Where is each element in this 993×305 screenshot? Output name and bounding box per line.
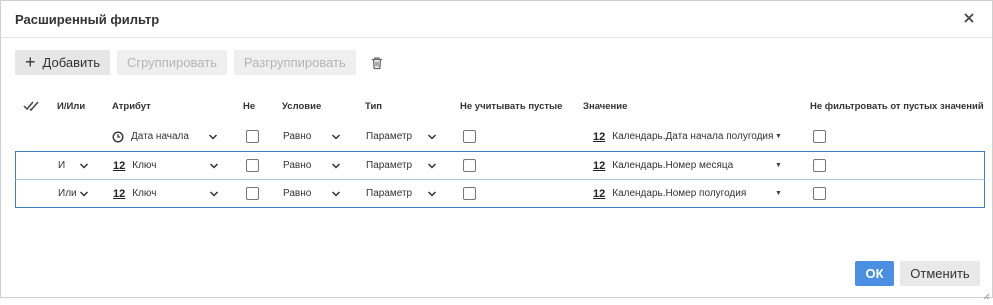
andor-value: Или: [58, 188, 77, 199]
add-button[interactable]: + Добавить: [15, 50, 110, 75]
chevron-down-icon[interactable]: [427, 152, 437, 179]
dialog-title: Расширенный фильтр: [15, 12, 160, 27]
trash-icon[interactable]: [367, 50, 387, 75]
attribute-select[interactable]: 12 Ключ: [113, 180, 156, 207]
condition-select[interactable]: Равно: [283, 152, 311, 179]
ungroup-button-label: Разгруппировать: [243, 55, 346, 70]
type-select[interactable]: Параметр: [366, 180, 412, 207]
attribute-select[interactable]: 12 Ключ: [113, 152, 156, 179]
no-filter-empty-checkbox[interactable]: [813, 180, 826, 207]
value-text: Календарь.Дата начала полугодия: [612, 131, 774, 142]
ungroup-button[interactable]: Разгруппировать: [233, 50, 356, 75]
condition-select[interactable]: Равно: [283, 122, 311, 151]
header-ignore-empty: Не учитывать пустые: [460, 101, 563, 112]
number-icon: 12: [113, 159, 126, 172]
type-select[interactable]: Параметр: [366, 152, 412, 179]
resize-handle-icon[interactable]: [982, 287, 990, 300]
condition-value: Равно: [283, 188, 312, 199]
select-all-icon[interactable]: [23, 99, 41, 117]
type-select[interactable]: Параметр: [366, 122, 412, 151]
number-icon: 12: [593, 130, 606, 143]
chevron-down-icon[interactable]: [331, 122, 341, 151]
andor-value: И: [58, 160, 66, 171]
type-value: Параметр: [366, 131, 413, 142]
no-filter-empty-checkbox[interactable]: [813, 152, 826, 179]
header-value: Значение: [583, 101, 628, 112]
filter-row[interactable]: Дата начала Равно Параметр 12 Календарь.…: [15, 122, 985, 151]
close-icon[interactable]: [962, 11, 976, 25]
attribute-select[interactable]: Дата начала: [112, 122, 222, 151]
ignore-empty-checkbox[interactable]: [463, 180, 476, 207]
not-checkbox[interactable]: [246, 122, 259, 151]
advanced-filter-dialog: Расширенный фильтр + Добавить Сгруппиров…: [0, 0, 993, 300]
condition-select[interactable]: Равно: [283, 180, 311, 207]
not-checkbox[interactable]: [246, 152, 259, 179]
chevron-down-icon[interactable]: [208, 122, 218, 151]
chevron-down-icon[interactable]: [331, 180, 341, 207]
value-select[interactable]: 12 Календарь.Номер полугодия: [593, 180, 746, 207]
chevron-down-icon[interactable]: [209, 180, 219, 207]
number-icon: 12: [113, 187, 126, 200]
chevron-down-icon[interactable]: [79, 180, 89, 207]
chevron-down-icon[interactable]: [427, 180, 437, 207]
attribute-value: Дата начала: [131, 131, 189, 142]
header-type: Тип: [365, 101, 383, 112]
dropdown-triangle-icon[interactable]: ▼: [775, 180, 782, 207]
andor-select[interactable]: Или: [58, 180, 77, 207]
type-value: Параметр: [366, 160, 413, 171]
condition-value: Равно: [283, 131, 312, 142]
value-text: Календарь.Номер полугодия: [612, 188, 747, 199]
type-value: Параметр: [366, 188, 413, 199]
group-button-label: Сгруппировать: [126, 55, 217, 70]
value-text: Календарь.Номер месяца: [612, 160, 734, 171]
attribute-value: Ключ: [132, 188, 157, 199]
number-icon: 12: [593, 187, 606, 200]
group-button[interactable]: Сгруппировать: [116, 50, 227, 75]
header-no-filter-empty: Не фильтровать от пустых значений: [810, 101, 984, 112]
add-button-label: Добавить: [42, 55, 100, 70]
no-filter-empty-checkbox[interactable]: [813, 122, 826, 151]
filter-row[interactable]: И 12 Ключ Равно Параметр 12 Календарь.Но…: [15, 151, 985, 180]
not-checkbox[interactable]: [246, 180, 259, 207]
header-condition: Условие: [282, 101, 322, 112]
dropdown-triangle-icon[interactable]: ▼: [775, 152, 782, 179]
header-andor: И/Или: [57, 101, 86, 112]
clock-icon: [112, 130, 124, 143]
condition-value: Равно: [283, 160, 312, 171]
number-icon: 12: [593, 159, 606, 172]
value-select[interactable]: 12 Календарь.Номер месяца: [593, 152, 733, 179]
ignore-empty-checkbox[interactable]: [463, 152, 476, 179]
chevron-down-icon[interactable]: [209, 152, 219, 179]
cancel-button[interactable]: Отменить: [900, 261, 980, 286]
plus-icon: +: [25, 51, 36, 72]
attribute-value: Ключ: [132, 160, 157, 171]
dropdown-triangle-icon[interactable]: ▼: [775, 122, 782, 151]
chevron-down-icon[interactable]: [79, 152, 89, 179]
chevron-down-icon[interactable]: [331, 152, 341, 179]
header-not: Не: [243, 101, 256, 112]
header-attribute: Атрибут: [112, 101, 151, 112]
value-select[interactable]: 12 Календарь.Дата начала полугодия: [593, 122, 773, 151]
toolbar: + Добавить Сгруппировать Разгруппировать: [15, 50, 387, 75]
ignore-empty-checkbox[interactable]: [463, 122, 476, 151]
chevron-down-icon[interactable]: [427, 122, 437, 151]
ok-button[interactable]: ОК: [855, 261, 894, 286]
filter-row[interactable]: Или 12 Ключ Равно Параметр 12 Календарь.…: [15, 179, 985, 208]
andor-select[interactable]: И: [58, 152, 65, 179]
title-divider: [1, 37, 992, 38]
